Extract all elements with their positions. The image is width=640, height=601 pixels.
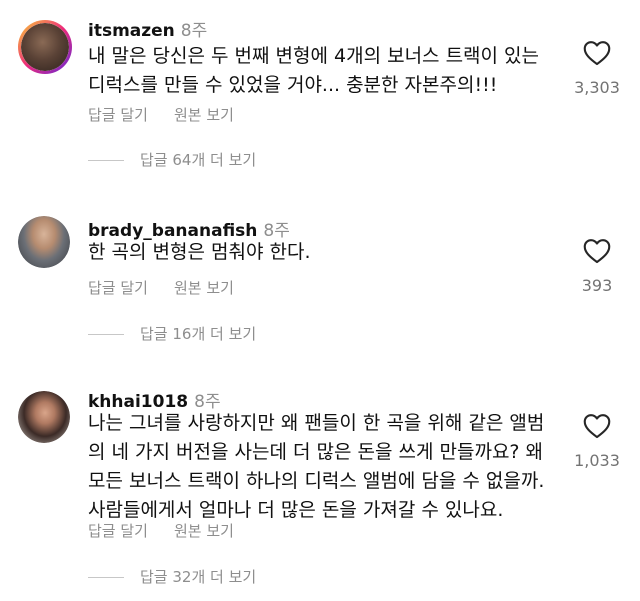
- like-group: 3,303: [572, 40, 622, 97]
- timestamp: 8주: [180, 21, 208, 41]
- username[interactable]: itsmazen: [88, 21, 175, 41]
- comment-actions: 답글 달기 원본 보기: [88, 520, 260, 541]
- view-replies-button[interactable]: 답글 16개 더 보기: [88, 323, 256, 344]
- view-replies-label: 답글 32개 더 보기: [140, 568, 257, 586]
- like-group: 1,033: [572, 413, 622, 470]
- comment-header: itsmazen 8주: [88, 16, 207, 41]
- avatar[interactable]: [18, 20, 72, 74]
- like-group: 393: [572, 238, 622, 295]
- comment-item: khhai1018 8주 나는 그녀를 사랑하지만 왜 팬들이 한 곡을 위해 같…: [0, 375, 640, 601]
- comment-text: 내 말은 당신은 두 번째 변형에 4개의 보너스 트랙이 있는 디럭스를 만들…: [88, 45, 546, 96]
- avatar-image: [21, 23, 69, 71]
- avatar-image: [18, 391, 70, 443]
- see-original-button[interactable]: 원본 보기: [174, 279, 234, 297]
- view-replies-button[interactable]: 답글 32개 더 보기: [88, 566, 256, 587]
- like-count: 1,033: [574, 451, 620, 470]
- comment-actions: 답글 달기 원본 보기: [88, 277, 260, 298]
- like-count: 393: [581, 276, 613, 295]
- comment-text: 나는 그녀를 사랑하지만 왜 팬들이 한 곡을 위해 같은 앨범의 네 가지 버…: [88, 412, 551, 521]
- divider-line: [88, 334, 124, 335]
- see-original-button[interactable]: 원본 보기: [174, 522, 234, 540]
- divider-line: [88, 577, 124, 578]
- reply-button[interactable]: 답글 달기: [88, 279, 148, 297]
- heart-outline-icon[interactable]: [583, 413, 611, 439]
- see-original-button[interactable]: 원본 보기: [174, 106, 234, 124]
- comment-actions: 답글 달기 원본 보기: [88, 104, 260, 125]
- avatar[interactable]: [18, 391, 70, 443]
- comment-item: itsmazen 8주 내 말은 당신은 두 번째 변형에 4개의 보너스 트랙이…: [0, 0, 640, 200]
- comment-text: 한 곡의 변형은 멈춰야 한다.: [88, 241, 311, 263]
- heart-outline-icon[interactable]: [583, 40, 611, 66]
- heart-outline-icon[interactable]: [583, 238, 611, 264]
- view-replies-button[interactable]: 답글 64개 더 보기: [88, 149, 256, 170]
- avatar-image: [18, 216, 70, 268]
- reply-button[interactable]: 답글 달기: [88, 522, 148, 540]
- avatar[interactable]: [18, 216, 70, 268]
- divider-line: [88, 160, 124, 161]
- view-replies-label: 답글 16개 더 보기: [140, 325, 257, 343]
- comment-item: brady_bananafish 8주 한 곡의 변형은 멈춰야 한다. 답글 달…: [0, 200, 640, 375]
- reply-button[interactable]: 답글 달기: [88, 106, 148, 124]
- view-replies-label: 답글 64개 더 보기: [140, 151, 257, 169]
- like-count: 3,303: [574, 78, 620, 97]
